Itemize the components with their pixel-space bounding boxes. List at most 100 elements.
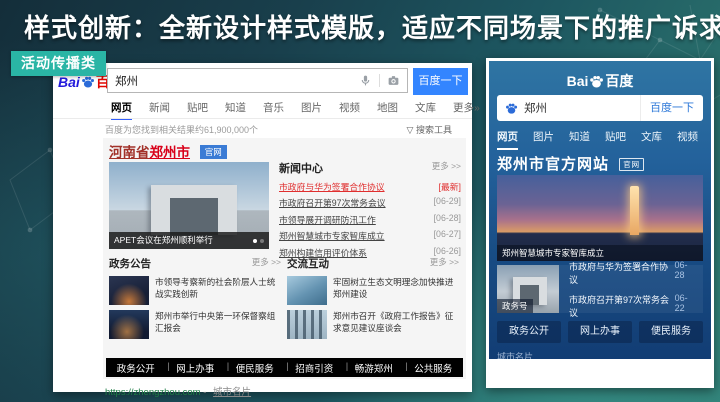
result-url[interactable]: https://zhengzhou.com xyxy=(105,387,201,398)
input-divider xyxy=(379,74,380,87)
tab-news[interactable]: 新闻 xyxy=(149,100,170,120)
tab-tieba[interactable]: 贴吧 xyxy=(187,100,208,120)
filter-icon: ▽ xyxy=(407,125,414,135)
mobile-tab-wenku[interactable]: 文库 xyxy=(641,129,662,150)
mobile-tabs: 网页 图片 知道 贴吧 文库 视频 新闻 xyxy=(497,129,711,150)
carousel-caption: APET会议在郑州顺利举行 xyxy=(114,232,253,249)
quick-link[interactable]: 招商引资 xyxy=(289,361,339,375)
result-card: 河南省郑州市 官网 APET会议在郑州顺利举行 新闻中心 更多 >> 市政府与华… xyxy=(103,138,466,379)
quick-link[interactable]: 便民服务 xyxy=(230,361,280,375)
mobile-hero-image[interactable]: 郑州智慧城市专家智库成立 xyxy=(497,175,703,261)
quick-link[interactable]: 畅游郑州 xyxy=(349,361,399,375)
mobile-mockup-frame: Bai 百度 郑州 百度一下 网页 图片 知道 贴吧 文库 视频 新闻 郑州市官… xyxy=(486,58,714,388)
tower-graphic xyxy=(630,186,639,235)
section-more-link[interactable]: 更多 >> xyxy=(430,256,459,271)
desktop-serp-card: Bai 百度 郑州 百度一下 网页 新闻 贴吧 知道 音乐 图片 视频 地图 文… xyxy=(53,63,472,392)
search-tools[interactable]: ▽ 搜索工具 xyxy=(407,123,452,136)
mobile-tab-zhidao[interactable]: 知道 xyxy=(569,129,590,150)
mobile-button-convenience[interactable]: 便民服务 xyxy=(639,321,703,343)
mobile-footer-label: 城市名片 xyxy=(497,350,533,359)
quick-link[interactable]: 网上办事 xyxy=(170,361,220,375)
result-title-province[interactable]: 河南省 xyxy=(109,145,150,160)
slide-title: 样式创新：全新设计样式模版，适应不同场景下的推广诉求 xyxy=(24,8,720,45)
search-input[interactable]: 郑州 xyxy=(107,68,408,93)
url-suffix-link[interactable]: 城市名片 xyxy=(213,387,251,398)
tab-maps[interactable]: 地图 xyxy=(377,100,398,120)
thumbnail-image xyxy=(287,310,327,339)
news-more-link[interactable]: 更多 >> xyxy=(432,160,461,176)
mobile-quick-buttons: 政务公开 网上办事 便民服务 xyxy=(497,321,703,343)
news-center: 新闻中心 更多 >> 市政府与华为签署合作协议[最新] 市政府召开第97次常务会… xyxy=(279,160,461,259)
thumbnail-image xyxy=(287,276,327,305)
section-announcements: 政务公告 更多 >> 市领导考察新的社会阶层人士统战实践创新 郑州市举行中央第一… xyxy=(109,256,281,339)
category-tag: 活动传播类 xyxy=(11,51,106,76)
mobile-search-button[interactable]: 百度一下 xyxy=(640,95,703,121)
result-carousel-image[interactable]: APET会议在郑州顺利举行 xyxy=(109,162,269,249)
microphone-icon[interactable] xyxy=(359,74,372,87)
news-item[interactable]: 市政府召开第97次常务会议[06-29] xyxy=(279,196,461,209)
section-more-link[interactable]: 更多 >> xyxy=(252,256,281,271)
tab-zhidao[interactable]: 知道 xyxy=(225,100,246,120)
mobile-search-query: 郑州 xyxy=(524,100,640,116)
section-item[interactable]: 郑州市召开《政府工作报告》征求意见建议座谈会 xyxy=(287,310,459,339)
news-item[interactable]: 市政府与华为签署合作协议[最新] xyxy=(279,180,461,193)
section-item[interactable]: 牢固树立生态文明理念加快推进郑州建设 xyxy=(287,276,459,305)
news-center-title: 新闻中心 xyxy=(279,160,323,176)
mobile-tab-images[interactable]: 图片 xyxy=(533,129,554,150)
account-thumbnail[interactable]: 政务号 xyxy=(497,265,559,313)
building-graphic xyxy=(151,185,237,235)
tab-images[interactable]: 图片 xyxy=(301,100,322,120)
mobile-tab-video[interactable]: 视频 xyxy=(677,129,698,150)
official-site-badge: 官网 xyxy=(200,145,227,159)
section-item[interactable]: 市领导考察新的社会阶层人士统战实践创新 xyxy=(109,276,281,305)
section-title: 交流互动 xyxy=(287,256,329,271)
tab-webpage[interactable]: 网页 xyxy=(111,100,132,120)
news-item[interactable]: 市领导展开调研防汛工作[06-28] xyxy=(279,213,461,226)
mobile-screen: Bai 百度 郑州 百度一下 网页 图片 知道 贴吧 文库 视频 新闻 郑州市官… xyxy=(489,61,711,359)
baidu-paw-icon xyxy=(81,75,95,89)
quick-links-bar: 政务公开 网上办事 便民服务 招商引资 畅游郑州 公共服务 xyxy=(106,358,463,377)
quick-link[interactable]: 公共服务 xyxy=(408,361,458,375)
section-interaction: 交流互动 更多 >> 牢固树立生态文明理念加快推进郑州建设 郑州市召开《政府工作… xyxy=(287,256,459,339)
news-item[interactable]: 郑州智慧城市专家智库成立[06-27] xyxy=(279,229,461,242)
result-title-city[interactable]: 郑州市 xyxy=(150,145,191,160)
mobile-logo-du: 百度 xyxy=(605,71,633,91)
mobile-button-gov-open[interactable]: 政务公开 xyxy=(497,321,561,343)
thumbnail-image xyxy=(109,276,149,305)
baidu-logo-bai: Bai xyxy=(58,74,80,90)
result-url-line: https://zhengzhou.com - 城市名片 xyxy=(105,384,251,398)
search-paw-icon xyxy=(505,102,518,115)
result-title[interactable]: 河南省郑州市 官网 xyxy=(109,141,227,161)
mobile-search-bar[interactable]: 郑州 百度一下 xyxy=(497,95,703,121)
tab-more[interactable]: 更多» xyxy=(453,100,480,120)
results-count: 百度为您找到相关结果约61,900,000个 xyxy=(105,123,258,136)
carousel-dots[interactable] xyxy=(253,232,264,249)
mobile-tab-tieba[interactable]: 贴吧 xyxy=(605,129,626,150)
mobile-account-card: 政务号 市政府与华为签署合作协议06-28 市政府召开第97次常务会议06-22 xyxy=(497,265,703,313)
tab-video[interactable]: 视频 xyxy=(339,100,360,120)
tab-wenku[interactable]: 文库 xyxy=(415,100,436,120)
mobile-button-online-service[interactable]: 网上办事 xyxy=(568,321,632,343)
mobile-baidu-logo: Bai 百度 xyxy=(489,71,711,91)
mobile-official-badge: 官网 xyxy=(619,158,644,171)
search-tools-label: 搜索工具 xyxy=(416,125,452,135)
search-query-text: 郑州 xyxy=(108,73,359,89)
mobile-logo-bai: Bai xyxy=(567,73,589,89)
section-title: 政务公告 xyxy=(109,256,151,271)
section-item[interactable]: 郑州市举行中央第一环保督察组汇报会 xyxy=(109,310,281,339)
mobile-result-title[interactable]: 郑州市官方网站 官网 xyxy=(497,153,644,174)
mobile-tab-webpage[interactable]: 网页 xyxy=(497,129,518,150)
mobile-paw-icon xyxy=(589,74,604,89)
tabs-divider xyxy=(53,118,472,119)
carousel-caption-bar: APET会议在郑州顺利举行 xyxy=(109,232,269,249)
account-label: 政务号 xyxy=(497,299,533,313)
thumbnail-image xyxy=(109,310,149,339)
quick-link[interactable]: 政务公开 xyxy=(111,361,161,375)
tab-music[interactable]: 音乐 xyxy=(263,100,284,120)
serp-tabs: 网页 新闻 贴吧 知道 音乐 图片 视频 地图 文库 更多» xyxy=(111,100,480,120)
slide: 样式创新：全新设计样式模版，适应不同场景下的推广诉求 活动传播类 Bai 百度 … xyxy=(0,0,720,402)
mobile-news-item[interactable]: 市政府与华为签署合作协议06-28 xyxy=(569,260,697,286)
camera-icon[interactable] xyxy=(387,74,400,87)
mobile-news-item[interactable]: 市政府召开第97次常务会议06-22 xyxy=(569,293,697,319)
search-button[interactable]: 百度一下 xyxy=(413,68,468,95)
